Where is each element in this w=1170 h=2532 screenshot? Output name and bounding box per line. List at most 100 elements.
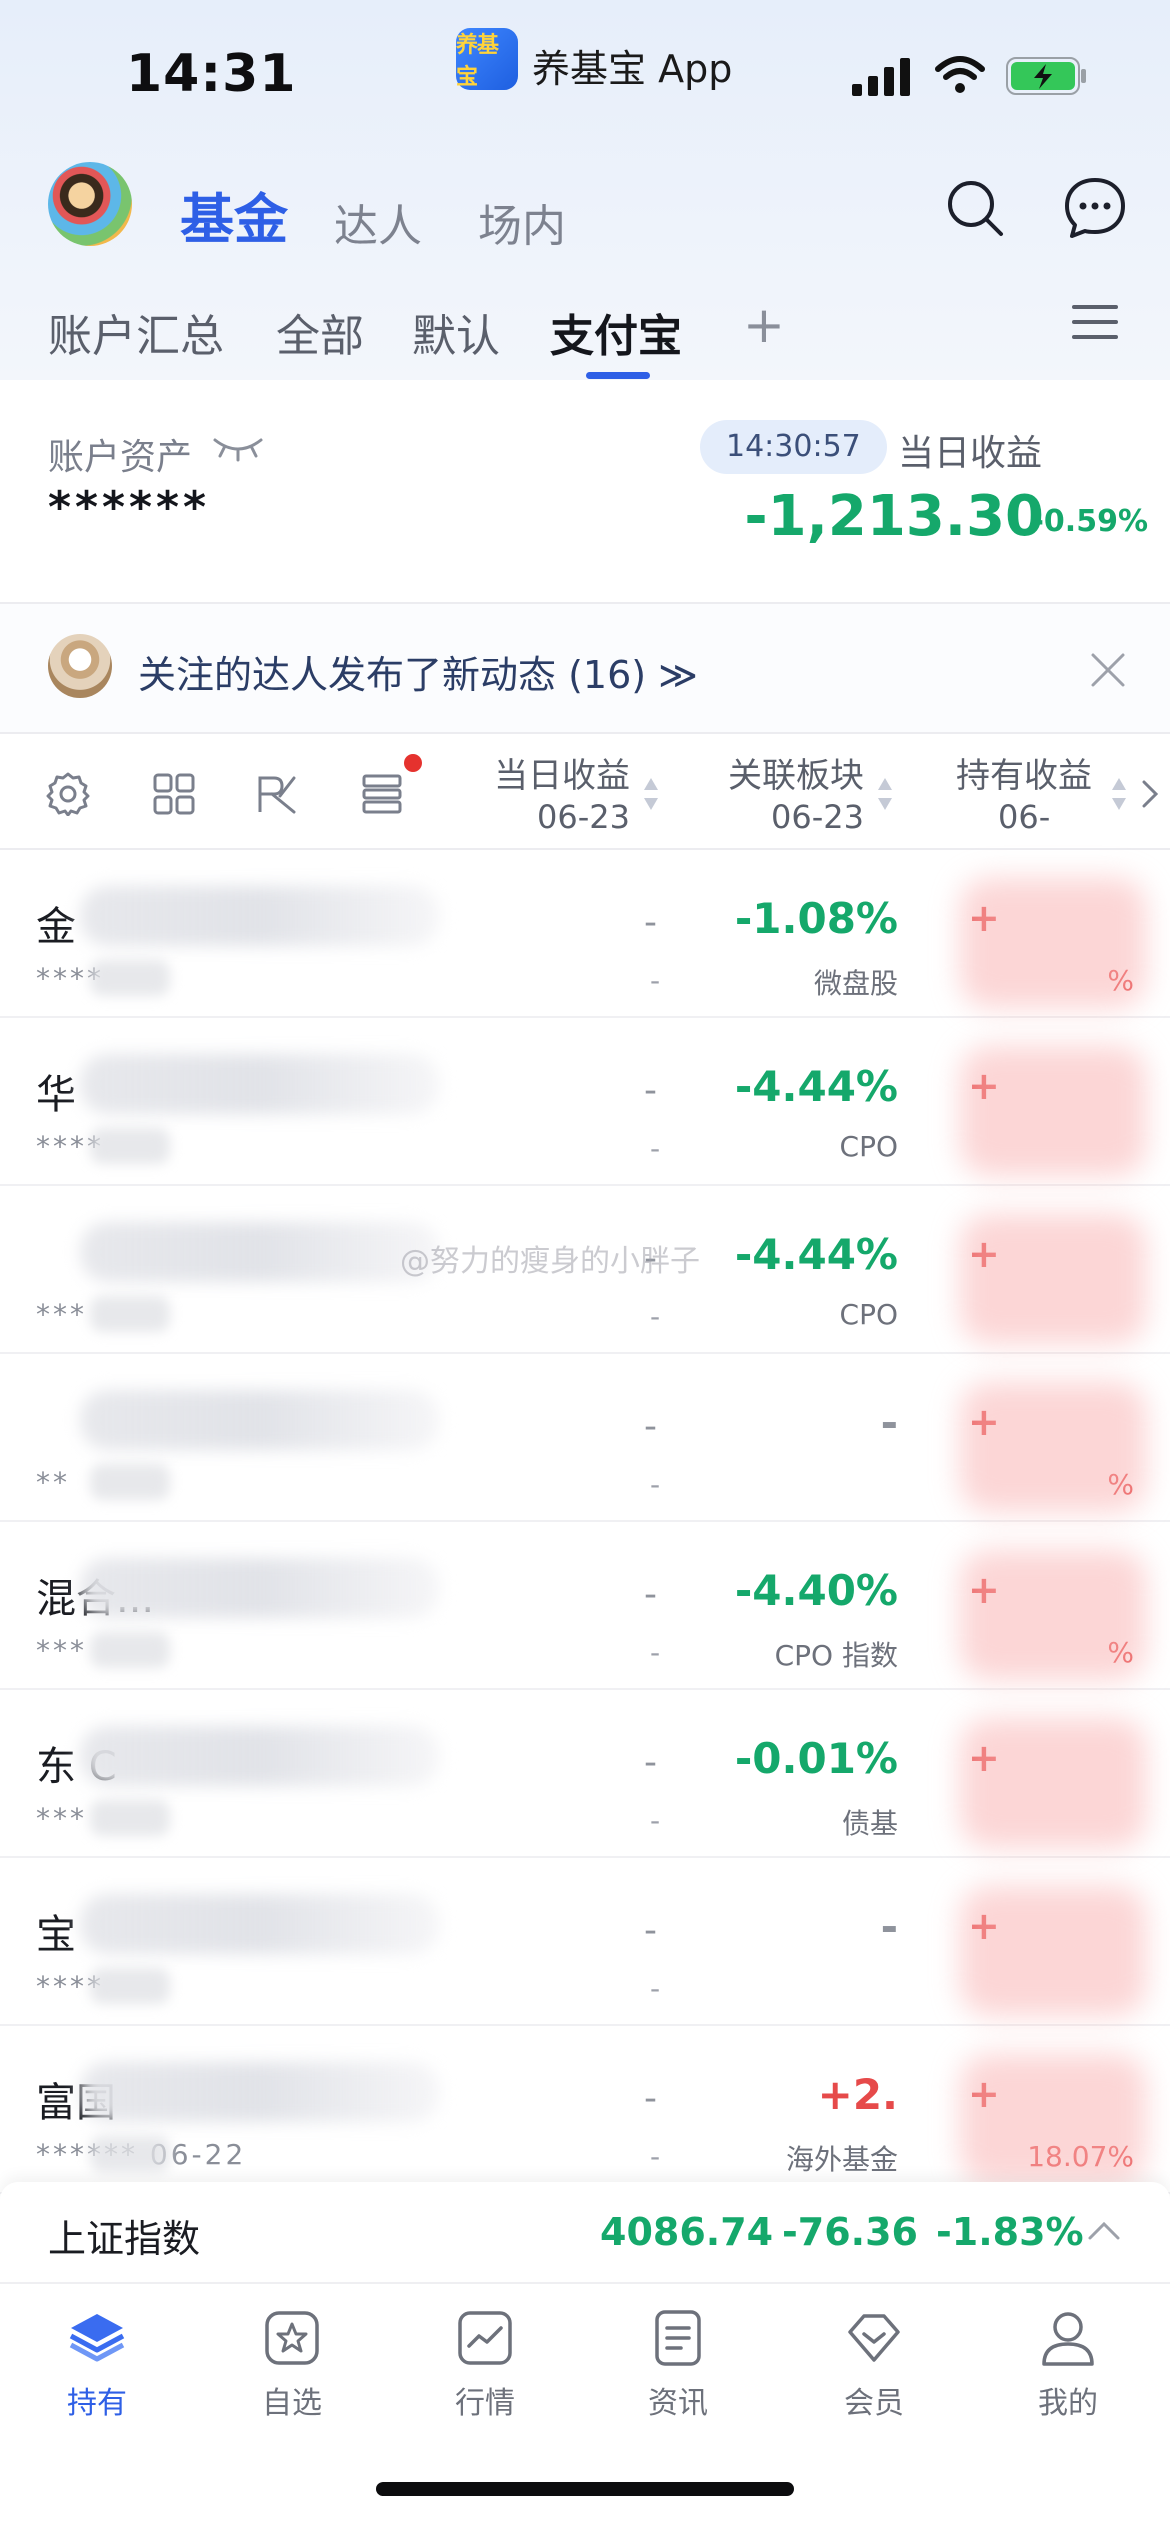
nav-holdings[interactable]: 持有 (27, 2308, 167, 2422)
market-index-bar[interactable]: 上证指数 4086.74 -76.36 -1.83% (0, 2182, 1170, 2282)
tab-exchange[interactable]: 场内 (478, 190, 566, 254)
fund-row[interactable]: 富国****** 06-22--+2.海外基金+18.07% (0, 2026, 1170, 2194)
nav-watchlist[interactable]: 自选 (222, 2308, 362, 2422)
status-bar: 14:31 养基宝 养基宝 App (0, 0, 1170, 150)
privacy-blur (80, 1390, 440, 1450)
fund-row[interactable]: 华****---4.44%CPO+ (0, 1018, 1170, 1186)
chevron-up-icon[interactable] (1086, 2216, 1122, 2244)
fund-sector-change: -4.44% (734, 1062, 898, 1111)
privacy-blur (960, 1886, 1146, 2016)
fund-row[interactable]: 宝****---+ (0, 1858, 1170, 2026)
privacy-blur (80, 1894, 440, 1954)
fund-row[interactable]: 金****---1.08%微盘股+% (0, 850, 1170, 1018)
sort-icon[interactable] (876, 774, 894, 814)
privacy-blur (90, 960, 170, 996)
pk-icon[interactable] (254, 772, 298, 816)
settings-icon[interactable] (46, 772, 90, 816)
fund-daily-profit-pct: - (650, 1972, 661, 2005)
fund-name: 华 (36, 1072, 76, 1118)
message-icon[interactable] (1063, 176, 1127, 240)
fund-daily-profit: - (644, 1910, 657, 1951)
privacy-blur (960, 878, 1146, 1008)
privacy-blur (80, 886, 440, 946)
list-view-icon[interactable] (360, 772, 404, 816)
tab-experts[interactable]: 达人 (334, 190, 422, 254)
notification-dot (404, 754, 422, 772)
home-indicator[interactable] (376, 2482, 794, 2496)
fund-name: 宝 (36, 1912, 76, 1958)
privacy-blur (960, 1046, 1146, 1176)
fund-sector-name: 债基 (841, 1807, 898, 1840)
fund-sector-change: -4.40% (734, 1566, 898, 1615)
index-change: -76.36 (782, 2210, 918, 2254)
fund-sector-change: - (880, 1398, 898, 1447)
fund-row[interactable]: **---+% (0, 1354, 1170, 1522)
tab-funds[interactable]: 基金 (180, 175, 288, 254)
person-icon (1042, 2312, 1094, 2366)
nav-profile[interactable]: 我的 (998, 2308, 1138, 2422)
fund-sector-change: -1.08% (734, 894, 898, 943)
fund-sector-change: - (880, 1902, 898, 1951)
notice-text[interactable]: 关注的达人发布了新动态 (16) ≫ (138, 644, 698, 699)
subtab-all[interactable]: 全部 (276, 300, 364, 364)
col-daily-date: 06-23 (537, 798, 630, 836)
diamond-icon (848, 2314, 900, 2362)
fund-list: 金****---1.08%微盘股+%华****---4.44%CPO+***--… (0, 850, 1170, 2194)
index-value: 4086.74 (600, 2210, 774, 2254)
menu-icon[interactable] (1072, 302, 1118, 342)
fund-daily-profit-pct: - (650, 1804, 661, 1837)
fund-daily-profit: - (644, 902, 657, 943)
nav-membership[interactable]: 会员 (804, 2308, 944, 2422)
privacy-blur (90, 1632, 170, 1668)
privacy-blur (90, 1128, 170, 1164)
nav-label: 自选 (262, 2386, 322, 2421)
col-sector-date: 06-23 (771, 798, 864, 836)
subtab-default[interactable]: 默认 (412, 300, 500, 364)
nav-market[interactable]: 行情 (415, 2308, 555, 2422)
nav-label: 持有 (67, 2386, 127, 2421)
col-sector-title[interactable]: 关联板块 (728, 748, 864, 797)
fund-name: 金 (36, 904, 76, 950)
daily-profit-percent: -0.59% (1031, 504, 1148, 539)
fund-code: ** (36, 1466, 70, 1499)
chart-icon (458, 2311, 512, 2365)
search-icon[interactable] (945, 178, 1005, 238)
nav-news[interactable]: 资讯 (608, 2308, 748, 2422)
col-hold-date: 06- (998, 798, 1051, 836)
sort-icon[interactable] (642, 774, 660, 814)
wifi-icon (935, 56, 985, 93)
sort-icon[interactable] (1110, 774, 1128, 814)
col-hold-title[interactable]: 持有收益 (956, 748, 1092, 797)
fund-code: *** (36, 1298, 87, 1331)
fund-daily-profit-pct: - (650, 2140, 661, 2173)
add-tab-button[interactable]: + (743, 296, 785, 354)
col-daily-title[interactable]: 当日收益 (494, 748, 630, 797)
subtab-alipay[interactable]: 支付宝 (550, 300, 682, 364)
privacy-blur (90, 2136, 170, 2172)
user-avatar[interactable] (48, 162, 132, 246)
eye-closed-icon[interactable] (212, 432, 264, 462)
fund-daily-profit: - (644, 2078, 657, 2119)
privacy-blur (80, 1726, 440, 1786)
asset-value: ****** (48, 482, 211, 533)
privacy-blur (960, 1214, 1146, 1344)
fund-daily-profit: - (644, 1070, 657, 1111)
fund-sector-name: 微盘股 (813, 967, 898, 1000)
fund-daily-profit-pct: - (650, 1132, 661, 1165)
news-icon (655, 2310, 701, 2366)
subtab-account-summary[interactable]: 账户汇总 (48, 300, 224, 364)
close-icon[interactable] (1090, 652, 1126, 688)
fund-sector-name: CPO 指数 (774, 1639, 898, 1672)
fund-code: *** (36, 1634, 87, 1667)
fund-daily-profit-pct: - (650, 1468, 661, 1501)
expert-notice-banner[interactable]: 关注的达人发布了新动态 (16) ≫ (0, 604, 1170, 732)
nav-label: 我的 (1038, 2386, 1098, 2421)
privacy-blur (90, 1800, 170, 1836)
privacy-blur (90, 1968, 170, 2004)
grid-icon[interactable] (152, 772, 196, 816)
expert-avatar (48, 634, 112, 698)
fund-sector-change: -0.01% (734, 1734, 898, 1783)
fund-row[interactable]: 东 C***---0.01%债基+ (0, 1690, 1170, 1858)
chevron-right-icon[interactable] (1138, 776, 1162, 812)
fund-row[interactable]: 混合...***---4.40%CPO 指数+% (0, 1522, 1170, 1690)
